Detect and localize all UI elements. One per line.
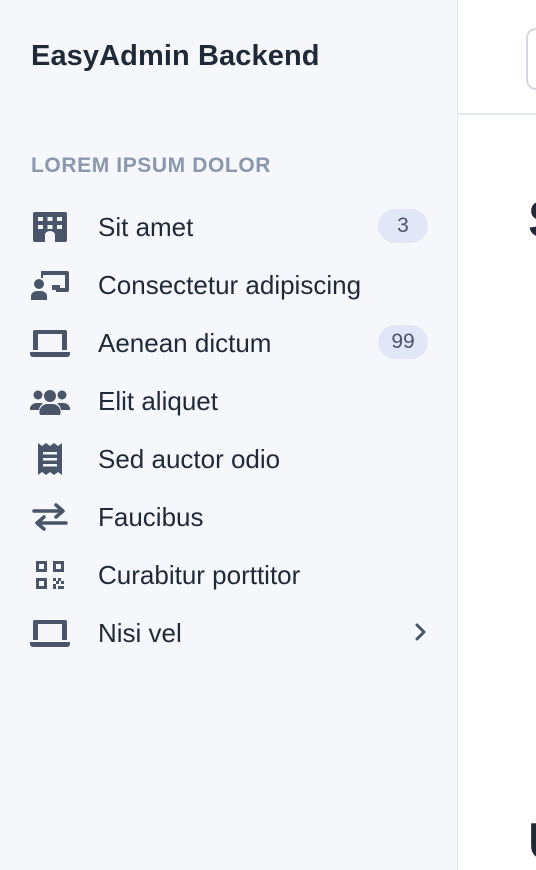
sidebar-item-consectetur-adipiscing[interactable]: Consectetur adipiscing (0, 255, 457, 313)
sidebar-item-faucibus[interactable]: Faucibus (0, 487, 457, 545)
sidebar: EasyAdmin Backend LOREM IPSUM DOLOR Sit … (0, 0, 458, 870)
sidebar-item-label: Sit amet (98, 212, 194, 242)
count-badge: 99 (378, 325, 428, 359)
users-icon (30, 385, 70, 417)
top-bar (458, 0, 536, 115)
laptop-icon (30, 327, 70, 359)
menu-section-title: LOREM IPSUM DOLOR (31, 154, 272, 177)
sidebar-item-curabitur-porttitor[interactable]: Curabitur porttitor (0, 545, 457, 603)
sidebar-item-label: Consectetur adipiscing (98, 270, 362, 300)
sidebar-item-sed-auctor-odio[interactable]: Sed auctor odio (0, 429, 457, 487)
section-heading-partial: U (528, 812, 536, 870)
count-badge: 3 (378, 209, 428, 243)
main-content: S U (458, 0, 536, 870)
sidebar-item-label: Sed auctor odio (98, 444, 281, 474)
sidebar-item-sit-amet[interactable]: Sit amet 3 (0, 197, 457, 255)
laptop-icon (30, 617, 70, 649)
sidebar-item-label: Nisi vel (98, 618, 182, 648)
chevron-right-icon[interactable] (411, 622, 429, 642)
qrcode-icon (30, 559, 70, 591)
brand-title[interactable]: EasyAdmin Backend (31, 40, 320, 73)
sidebar-item-label: Aenean dictum (98, 328, 272, 358)
sidebar-item-label: Elit aliquet (98, 386, 218, 416)
sidebar-item-nisi-vel[interactable]: Nisi vel (0, 603, 457, 661)
search-input[interactable] (526, 28, 536, 90)
sidebar-menu: Sit amet 3 Consectetur adipiscing Aenean… (0, 197, 457, 661)
receipt-icon (30, 443, 70, 475)
page-title-partial: S (528, 190, 536, 250)
app-window: EasyAdmin Backend LOREM IPSUM DOLOR Sit … (0, 0, 536, 870)
sidebar-item-label: Faucibus (98, 502, 204, 532)
chalkboard-user-icon (30, 269, 70, 301)
building-icon (30, 211, 70, 243)
exchange-icon (30, 501, 70, 533)
sidebar-item-label: Curabitur porttitor (98, 560, 301, 590)
sidebar-item-elit-aliquet[interactable]: Elit aliquet (0, 371, 457, 429)
sidebar-item-aenean-dictum[interactable]: Aenean dictum 99 (0, 313, 457, 371)
